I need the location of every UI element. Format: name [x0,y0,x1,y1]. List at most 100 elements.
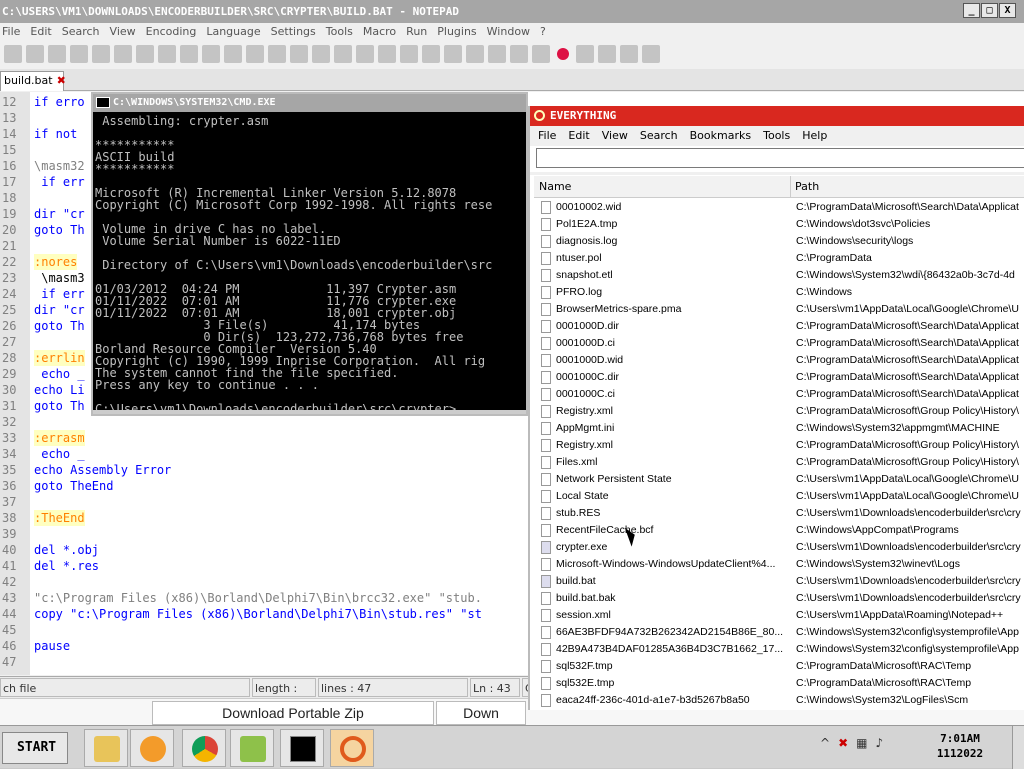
result-row[interactable]: 0001000D.dir C:\ProgramData\Microsoft\Sea… [534,318,1024,335]
taskbar-chrome[interactable] [182,729,226,767]
find-icon[interactable] [268,45,286,63]
sync-scroll-icon[interactable] [356,45,374,63]
taskbar-cmd[interactable] [280,729,324,767]
start-button[interactable]: START [2,732,68,764]
paste-icon[interactable] [202,45,220,63]
monitor-icon[interactable] [532,45,550,63]
menu-item[interactable]: Settings [271,23,316,41]
cmd-output[interactable]: Assembling: crypter.asm *********** ASCI… [93,112,526,414]
result-row[interactable]: Network Persistent State C:\Users\vm1\App… [534,471,1024,488]
result-row[interactable]: 0001000C.dir C:\ProgramData\Microsoft\Sea… [534,369,1024,386]
open-file-icon[interactable] [26,45,44,63]
close-button[interactable]: X [999,3,1016,18]
security-alert-icon[interactable]: ✖ [838,736,848,750]
play-macro-icon[interactable] [598,45,616,63]
result-row[interactable]: 0001000D.wid C:\ProgramData\Microsoft\Sea… [534,352,1024,369]
result-row[interactable]: Pol1E2A.tmp C:\Windows\dot3svc\Policies [534,216,1024,233]
taskbar-explorer[interactable] [84,729,128,767]
result-row[interactable]: ntuser.pol C:\ProgramData [534,250,1024,267]
result-row[interactable]: Registry.xml C:\ProgramData\Microsoft\Gro… [534,403,1024,420]
volume-icon[interactable]: ♪ [875,736,883,750]
indent-guide-icon[interactable] [422,45,440,63]
result-row[interactable]: PFRO.log C:\Windows [534,284,1024,301]
minimize-button[interactable]: _ [963,3,980,18]
show-desktop-button[interactable] [1012,726,1024,769]
menu-item[interactable]: File [2,23,20,41]
cut-icon[interactable] [158,45,176,63]
menu-item[interactable]: Edit [568,126,589,146]
menu-item[interactable]: Help [802,126,827,146]
result-row[interactable]: BrowserMetrics-spare.pma C:\Users\vm1\App… [534,301,1024,318]
results-list[interactable]: 00010002.wid C:\ProgramData\Microsoft\Sea… [534,199,1024,710]
result-row[interactable]: 0001000D.ci C:\ProgramData\Microsoft\Sear… [534,335,1024,352]
zoom-in-icon[interactable] [312,45,330,63]
run-macro-multiple-icon[interactable] [620,45,638,63]
menu-item[interactable]: Edit [30,23,51,41]
network-icon[interactable]: ▦ [856,736,867,750]
result-row[interactable]: build.bat.bak C:\Users\vm1\Downloads\enco… [534,590,1024,607]
download-button[interactable]: Down [436,701,526,725]
result-row[interactable]: stub.RES C:\Users\vm1\Downloads\encoderbu… [534,505,1024,522]
column-path[interactable]: Path [795,176,819,198]
result-row[interactable]: sql532F.tmp C:\ProgramData\Microsoft\RAC\… [534,658,1024,675]
redo-icon[interactable] [246,45,264,63]
folder-workspace-icon[interactable] [510,45,528,63]
result-row[interactable]: crypter.exe C:\Users\vm1\Downloads\encode… [534,539,1024,556]
menu-item[interactable]: Plugins [437,23,476,41]
menu-item[interactable]: File [538,126,556,146]
chevron-up-icon[interactable]: ^ [820,736,830,750]
column-divider[interactable] [790,176,791,198]
result-row[interactable]: 66AE3BFDF94A732B262342AD2154B86E_80... C:… [534,624,1024,641]
menu-item[interactable]: Run [406,23,427,41]
everything-search-input[interactable] [536,148,1024,168]
result-row[interactable]: AppMgmt.ini C:\Windows\System32\appmgmt\M… [534,420,1024,437]
menu-item[interactable]: Encoding [146,23,197,41]
new-file-icon[interactable] [4,45,22,63]
menu-item[interactable]: Search [640,126,678,146]
menu-item[interactable]: Search [62,23,100,41]
result-row[interactable]: 42B9A473B4DAF01285A36B4D3C7B1662_17... C:… [534,641,1024,658]
tab-close-icon[interactable]: ✖ [57,74,66,87]
word-wrap-icon[interactable] [378,45,396,63]
stop-macro-icon[interactable] [576,45,594,63]
result-row[interactable]: eaca24ff-236c-401d-a1e7-b3d5267b8a50 C:\W… [534,692,1024,709]
save-all-icon[interactable] [70,45,88,63]
menu-item[interactable]: ? [540,23,546,41]
cmd-title-bar[interactable]: C:\WINDOWS\SYSTEM32\CMD.EXE [93,94,526,112]
doc-map-icon[interactable] [466,45,484,63]
notepad-title-bar[interactable]: C:\USERS\VM1\DOWNLOADS\ENCODERBUILDER\SR… [0,0,1024,23]
result-row[interactable]: Registry.xml C:\ProgramData\Microsoft\Gro… [534,437,1024,454]
close-file-icon[interactable] [92,45,110,63]
save-macro-icon[interactable] [642,45,660,63]
result-row[interactable]: build.bat C:\Users\vm1\Downloads\encoderb… [534,573,1024,590]
result-row[interactable]: RecentFileCache.bcf C:\Windows\AppCompat\… [534,522,1024,539]
save-icon[interactable] [48,45,66,63]
menu-item[interactable]: Language [206,23,260,41]
taskbar-everything[interactable] [330,729,374,767]
menu-item[interactable]: Macro [363,23,396,41]
copy-icon[interactable] [180,45,198,63]
menu-item[interactable]: View [602,126,628,146]
maximize-button[interactable]: □ [981,3,998,18]
cmd-scrollbar[interactable] [93,410,526,414]
menu-item[interactable]: Bookmarks [690,126,751,146]
result-row[interactable]: Local State C:\Users\vm1\AppData\Local\Go… [534,488,1024,505]
result-row[interactable]: Files.xml C:\ProgramData\Microsoft\Group … [534,454,1024,471]
result-row[interactable]: Microsoft-Windows-WindowsUpdateClient%4.… [534,556,1024,573]
lang-icon[interactable] [444,45,462,63]
result-row[interactable]: diagnosis.log C:\Windows\security\logs [534,233,1024,250]
everything-title-bar[interactable]: EVERYTHING [530,106,1024,126]
column-name[interactable]: Name [539,176,571,198]
menu-item[interactable]: Tools [326,23,353,41]
menu-item[interactable]: Tools [763,126,790,146]
menu-item[interactable]: Window [487,23,530,41]
close-all-icon[interactable] [114,45,132,63]
print-icon[interactable] [136,45,154,63]
tab-build-bat[interactable]: build.bat ✖ [0,71,66,91]
taskbar-media-player[interactable] [130,729,174,767]
replace-icon[interactable] [290,45,308,63]
menu-item[interactable]: View [110,23,136,41]
show-all-chars-icon[interactable] [400,45,418,63]
function-list-icon[interactable] [488,45,506,63]
download-portable-zip-button[interactable]: Download Portable Zip [152,701,434,725]
